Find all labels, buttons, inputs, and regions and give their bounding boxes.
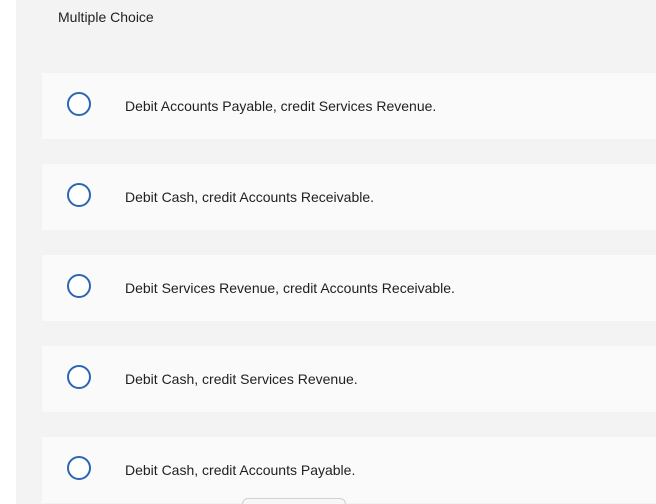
answer-option[interactable]: Debit Services Revenue, credit Accounts … xyxy=(42,255,656,321)
question-type-label: Multiple Choice xyxy=(58,9,154,25)
answer-option[interactable]: Debit Cash, credit Services Revenue. xyxy=(42,346,656,412)
bottom-tab-handle[interactable] xyxy=(242,498,346,504)
answer-options: Debit Accounts Payable, credit Services … xyxy=(42,73,656,504)
answer-option[interactable]: Debit Accounts Payable, credit Services … xyxy=(42,73,656,139)
answer-option-label: Debit Services Revenue, credit Accounts … xyxy=(125,280,455,296)
answer-option-label: Debit Cash, credit Services Revenue. xyxy=(125,371,358,387)
answer-option[interactable]: Debit Cash, credit Accounts Receivable. xyxy=(42,164,656,230)
answer-option[interactable]: Debit Cash, credit Accounts Payable. xyxy=(42,437,656,503)
radio-button[interactable] xyxy=(67,92,91,116)
radio-button[interactable] xyxy=(67,183,91,207)
answer-option-label: Debit Cash, credit Accounts Payable. xyxy=(125,462,356,478)
radio-button[interactable] xyxy=(67,274,91,298)
radio-button[interactable] xyxy=(67,365,91,389)
question-header: Multiple Choice xyxy=(16,0,656,41)
page: Multiple Choice Debit Accounts Payable, … xyxy=(0,0,656,504)
question-panel: Multiple Choice Debit Accounts Payable, … xyxy=(16,0,656,504)
radio-button[interactable] xyxy=(67,456,91,480)
answer-option-label: Debit Cash, credit Accounts Receivable. xyxy=(125,189,375,205)
answer-option-label: Debit Accounts Payable, credit Services … xyxy=(125,98,437,114)
